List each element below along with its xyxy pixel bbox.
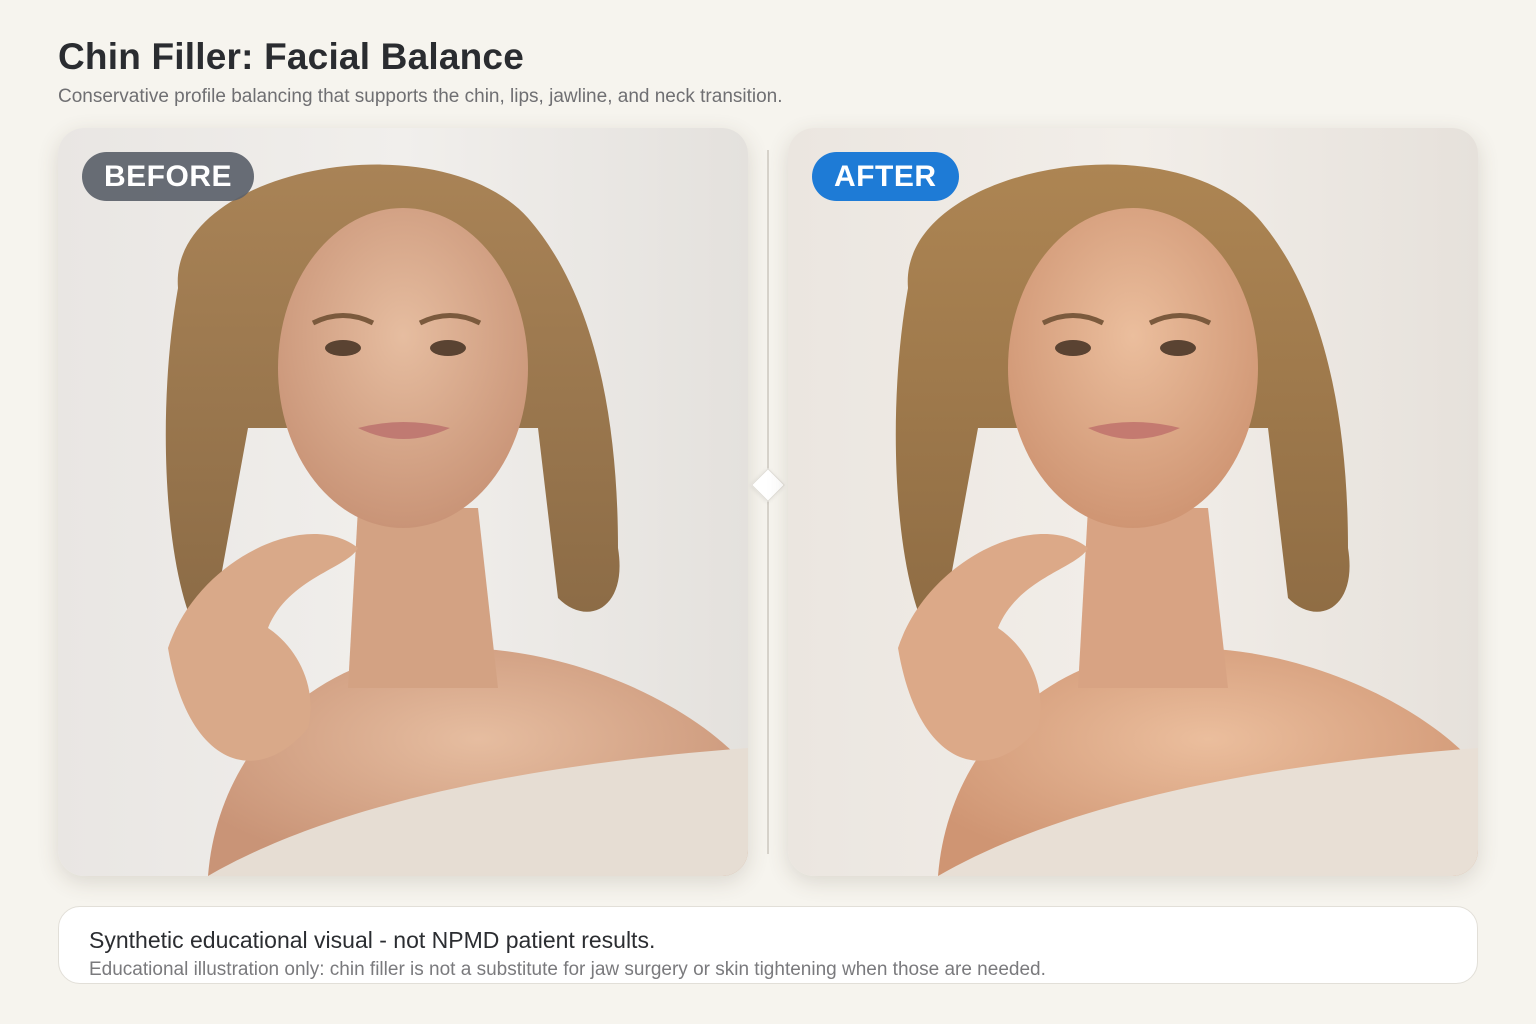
after-photo	[788, 128, 1478, 876]
before-photo	[58, 128, 748, 876]
page-subtitle: Conservative profile balancing that supp…	[58, 86, 783, 107]
after-panel: AFTER	[788, 128, 1478, 876]
before-badge: BEFORE	[82, 152, 255, 201]
disclaimer-note: Educational illustration only: chin fill…	[89, 959, 1046, 980]
disclaimer-card: Synthetic educational visual - not NPMD …	[58, 906, 1478, 984]
before-panel: BEFORE	[58, 128, 748, 876]
diamond-handle-icon[interactable]	[751, 468, 785, 502]
page: Chin Filler: Facial Balance Conservative…	[0, 0, 1536, 1024]
disclaimer-text: Synthetic educational visual - not NPMD …	[89, 927, 656, 953]
after-badge: AFTER	[812, 152, 959, 201]
page-title: Chin Filler: Facial Balance	[58, 36, 524, 77]
